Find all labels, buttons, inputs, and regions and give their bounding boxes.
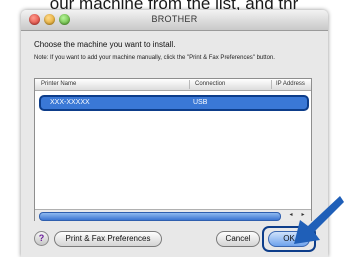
title-bar: BROTHER <box>21 10 328 31</box>
window-title: BROTHER <box>151 14 198 24</box>
dialog-note: Note: If you want to add your machine ma… <box>34 55 275 61</box>
column-divider <box>271 80 272 89</box>
print-fax-preferences-button[interactable]: Print & Fax Preferences <box>54 231 162 247</box>
machine-row-selected[interactable]: XXX-XXXXX USB <box>39 95 309 111</box>
column-divider <box>189 80 190 89</box>
arrow-pointer-icon <box>294 196 344 244</box>
list-header: Printer Name Connection IP Address <box>35 79 311 91</box>
column-printer-name[interactable]: Printer Name <box>41 81 76 87</box>
dialog-heading: Choose the machine you want to install. <box>34 40 176 49</box>
horizontal-scrollbar[interactable]: ◂ ▸ <box>35 209 311 221</box>
cancel-button[interactable]: Cancel <box>216 231 260 247</box>
help-icon[interactable]: ? <box>34 231 49 246</box>
machine-name: XXX-XXXXX <box>50 99 90 106</box>
brother-installer-window: BROTHER Choose the machine you want to i… <box>21 10 328 257</box>
machine-connection: USB <box>193 99 208 106</box>
machine-list[interactable]: Printer Name Connection IP Address XXX-X… <box>34 78 312 221</box>
column-ip-address[interactable]: IP Address <box>276 81 305 87</box>
column-connection[interactable]: Connection <box>195 81 225 87</box>
scrollbar-thumb[interactable] <box>39 212 281 221</box>
